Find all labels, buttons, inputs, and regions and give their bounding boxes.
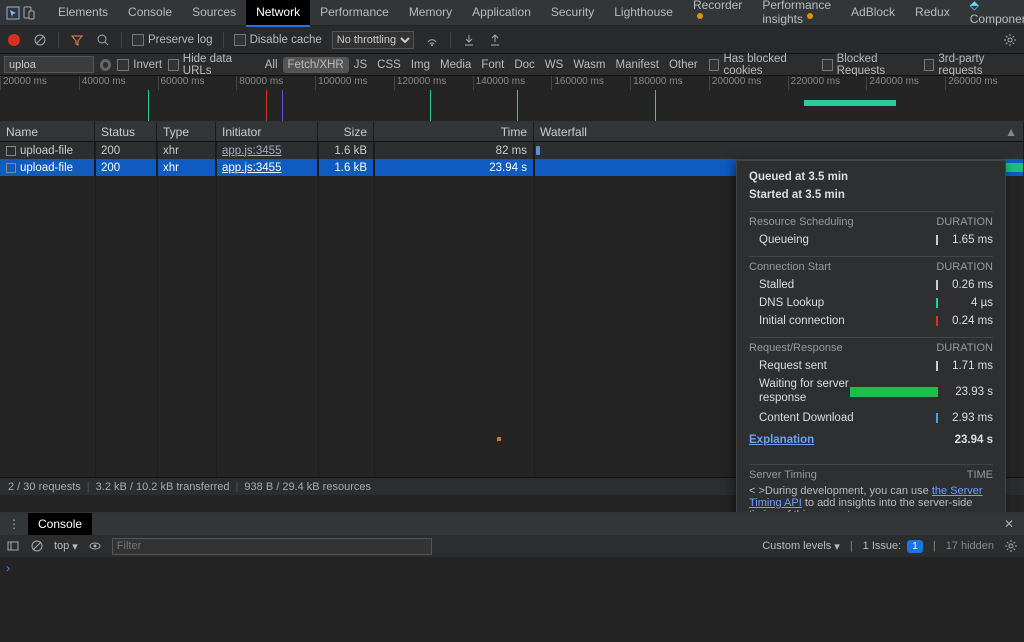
hidden-count[interactable]: 17 hidden <box>946 540 994 552</box>
type-filter-wasm[interactable]: Wasm <box>568 57 610 73</box>
hide-data-urls-checkbox[interactable]: Hide data URLs <box>168 53 254 77</box>
tab-elements[interactable]: Elements <box>48 0 118 27</box>
record-button[interactable] <box>6 32 22 48</box>
network-conditions-icon[interactable] <box>424 32 440 48</box>
initiator-link[interactable]: app.js:3455 <box>222 145 281 157</box>
timeline-overview[interactable]: 20000 ms40000 ms60000 ms80000 ms100000 m… <box>0 76 1024 122</box>
type-filters: AllFetch/XHRJSCSSImgMediaFontDocWSWasmMa… <box>260 59 703 71</box>
console-sidebar-icon[interactable] <box>6 539 20 553</box>
type-filter-fetchxhr[interactable]: Fetch/XHR <box>283 57 349 73</box>
console-drawer: ⋮ Console ✕ top▾ Custom levels▾ | 1 Issu… <box>0 512 1024 642</box>
tab-console[interactable]: Console <box>118 0 182 27</box>
filter-icon[interactable] <box>69 32 85 48</box>
disable-cache-checkbox[interactable]: Disable cache <box>234 34 322 46</box>
explanation-link[interactable]: Explanation <box>749 434 814 446</box>
eye-icon[interactable] <box>88 539 102 553</box>
clear-console-icon[interactable] <box>30 539 44 553</box>
tab-performance-insights[interactable]: Performance insights <box>752 0 841 34</box>
tab-security[interactable]: Security <box>541 0 604 27</box>
drawer-tab-console[interactable]: Console <box>28 513 92 535</box>
filter-bar: Invert Hide data URLs AllFetch/XHRJSCSSI… <box>0 54 1024 76</box>
type-filter-ws[interactable]: WS <box>540 57 569 73</box>
col-waterfall[interactable]: Waterfall▲ <box>534 122 1024 141</box>
tab-performance[interactable]: Performance <box>310 0 399 27</box>
table-header[interactable]: Name Status Type Initiator Size Time Wat… <box>0 122 1024 142</box>
third-party-checkbox[interactable]: 3rd-party requests <box>924 53 1020 77</box>
col-status[interactable]: Status <box>95 122 157 141</box>
table-row[interactable]: upload-file 200 xhr app.js:3455 1.6 kB 8… <box>0 142 1024 159</box>
type-filter-css[interactable]: CSS <box>372 57 406 73</box>
network-settings-icon[interactable] <box>1002 32 1018 48</box>
col-name[interactable]: Name <box>0 122 95 141</box>
filter-input[interactable] <box>4 56 94 73</box>
preserve-log-checkbox[interactable]: Preserve log <box>132 34 213 46</box>
tab-recorder[interactable]: Recorder <box>683 0 752 34</box>
file-icon <box>6 146 16 156</box>
tab-memory[interactable]: Memory <box>399 0 462 27</box>
timing-popover: Queued at 3.5 min Started at 3.5 min Res… <box>736 160 1006 532</box>
levels-select[interactable]: Custom levels▾ <box>762 540 840 553</box>
blocked-cookies-checkbox[interactable]: Has blocked cookies <box>709 53 816 77</box>
col-size[interactable]: Size <box>318 122 374 141</box>
console-settings-icon[interactable] <box>1004 539 1018 553</box>
export-har-icon[interactable] <box>487 32 503 48</box>
type-filter-all[interactable]: All <box>260 57 283 73</box>
tab-application[interactable]: Application <box>462 0 541 27</box>
type-filter-manifest[interactable]: Manifest <box>610 57 663 73</box>
tab-sources[interactable]: Sources <box>182 0 246 27</box>
tab-lighthouse[interactable]: Lighthouse <box>604 0 683 27</box>
type-filter-img[interactable]: Img <box>406 57 435 73</box>
type-filter-font[interactable]: Font <box>476 57 509 73</box>
devtools-tab-strip: ElementsConsoleSourcesNetworkPerformance… <box>0 0 1024 26</box>
tab-components[interactable]: ⬘ Components <box>960 0 1024 34</box>
drawer-kebab-icon[interactable]: ⋮ <box>4 517 24 531</box>
console-filter-input[interactable] <box>112 538 432 555</box>
tab-adblock[interactable]: AdBlock <box>841 0 905 27</box>
type-filter-js[interactable]: JS <box>349 57 372 73</box>
col-initiator[interactable]: Initiator <box>216 122 318 141</box>
context-select[interactable]: top▾ <box>54 540 78 553</box>
type-filter-other[interactable]: Other <box>664 57 703 73</box>
inspect-icon[interactable] <box>6 4 20 22</box>
col-type[interactable]: Type <box>157 122 216 141</box>
import-har-icon[interactable] <box>461 32 477 48</box>
initiator-link[interactable]: app.js:3455 <box>222 162 281 174</box>
drawer-close-icon[interactable]: ✕ <box>998 517 1020 531</box>
invert-checkbox[interactable]: Invert <box>117 59 162 71</box>
search-icon[interactable] <box>95 32 111 48</box>
issues-link[interactable]: 1 Issue: 1 <box>863 540 923 552</box>
clear-icon[interactable] <box>32 32 48 48</box>
file-icon <box>6 163 16 173</box>
col-time[interactable]: Time <box>374 122 534 141</box>
type-filter-media[interactable]: Media <box>435 57 476 73</box>
type-filter-doc[interactable]: Doc <box>509 57 539 73</box>
device-toggle-icon[interactable] <box>22 4 36 22</box>
tab-redux[interactable]: Redux <box>905 0 960 27</box>
console-prompt[interactable]: › <box>0 557 1024 579</box>
tab-network[interactable]: Network <box>246 0 310 27</box>
blocked-requests-checkbox[interactable]: Blocked Requests <box>822 53 918 77</box>
throttling-select[interactable]: No throttling <box>332 31 414 49</box>
